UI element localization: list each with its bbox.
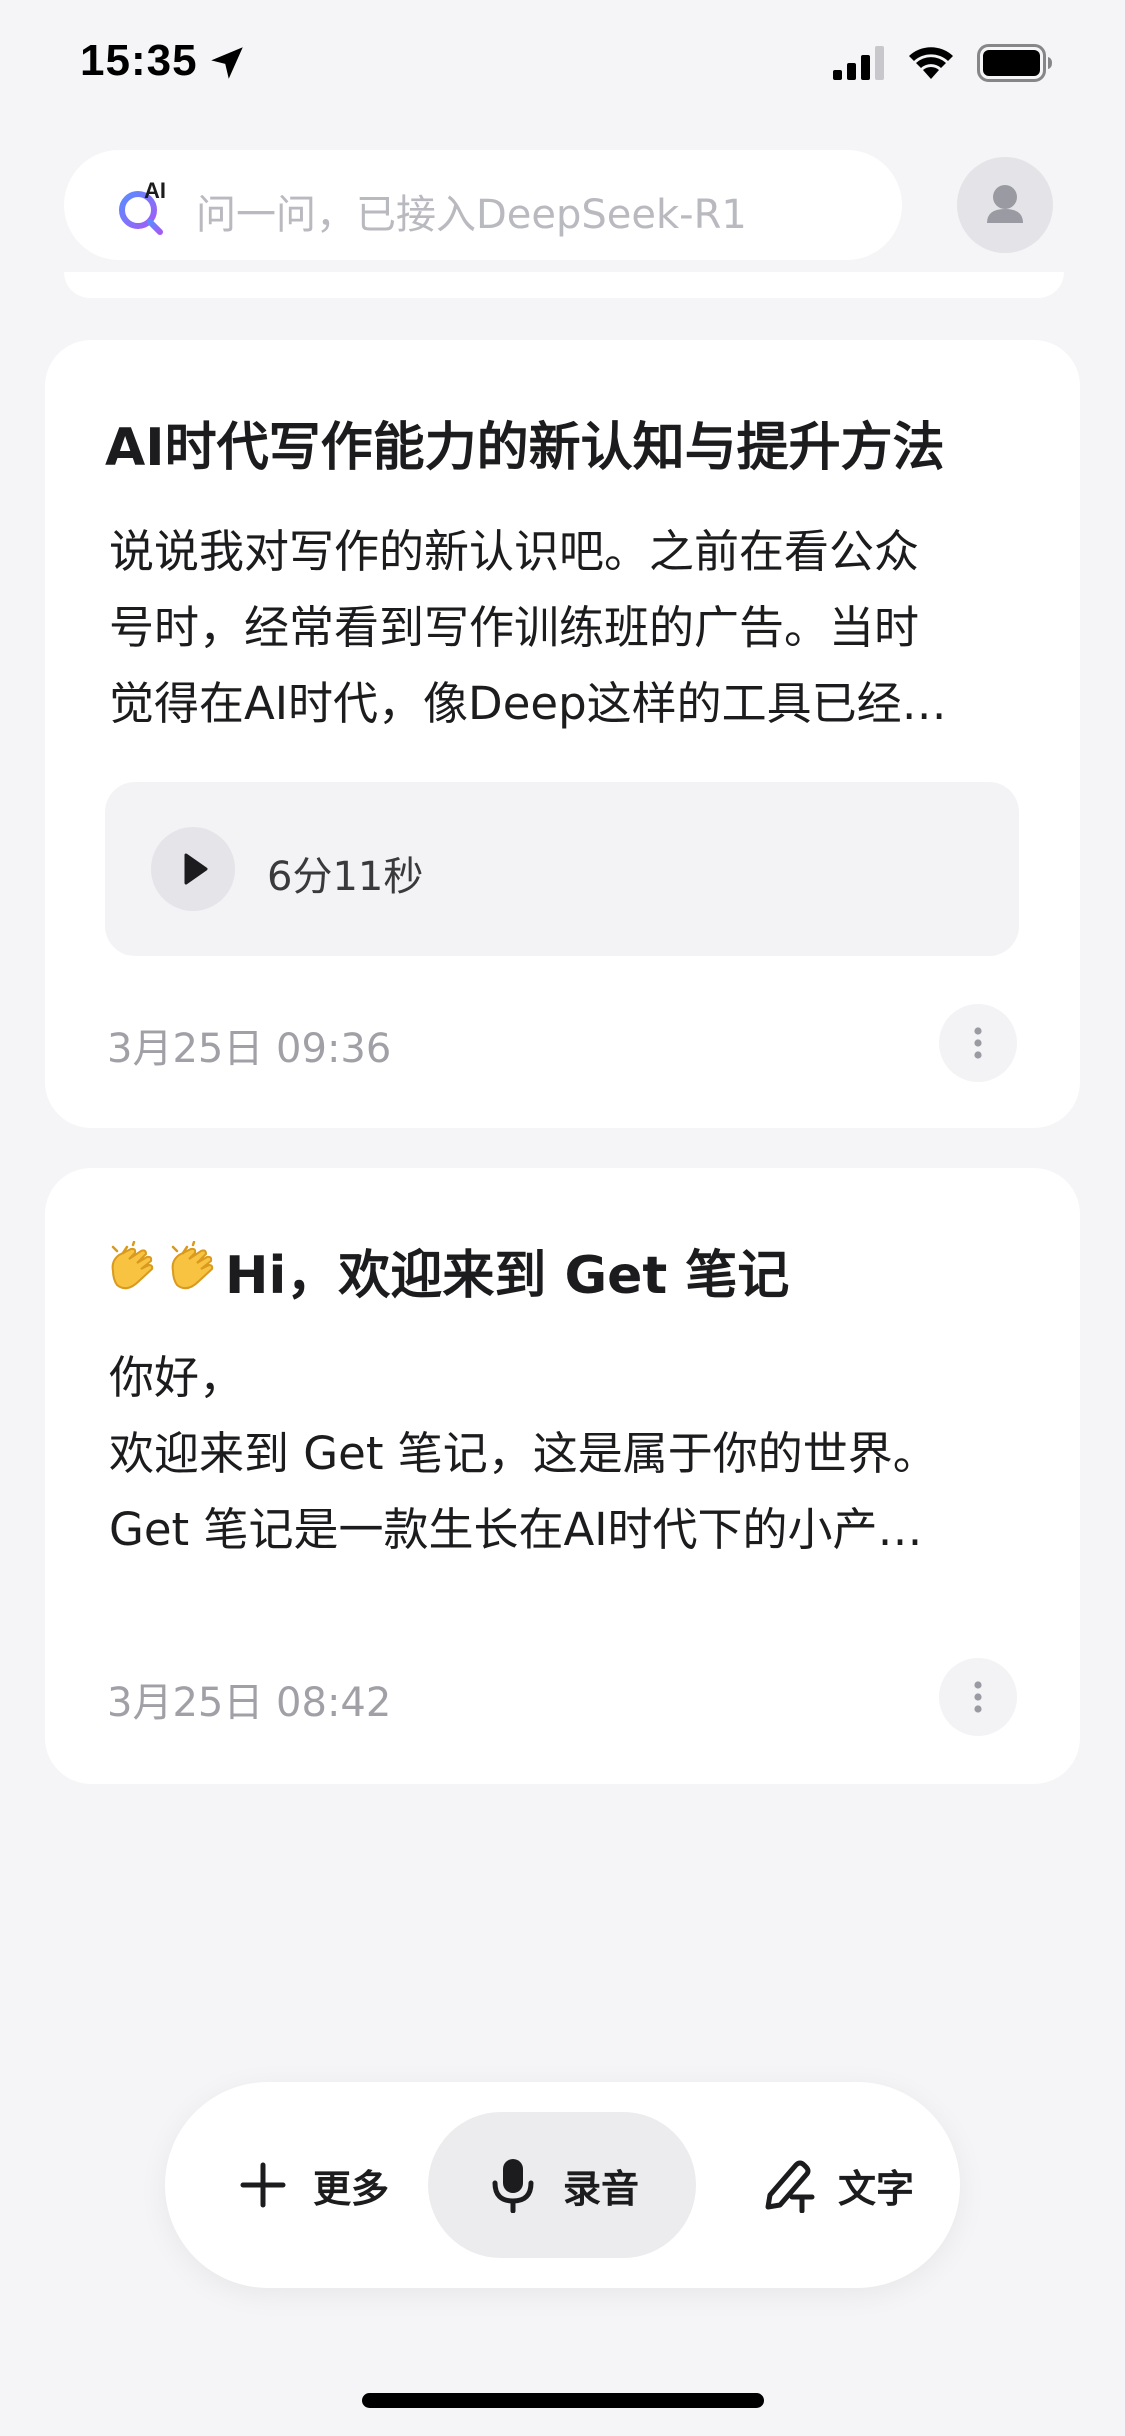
more-button[interactable]: 更多 <box>235 2112 389 2258</box>
vertical-ellipsis-icon <box>974 1027 982 1059</box>
note-card[interactable]: Hi，欢迎来到 Get 笔记 你好， 欢迎来到 Get 笔记，这是属于你的世界。… <box>45 1168 1080 1784</box>
audio-player[interactable]: 6分11秒 <box>105 782 1019 956</box>
audio-duration: 6分11秒 <box>267 854 424 900</box>
user-avatar-icon <box>987 185 1023 223</box>
battery-icon <box>977 44 1052 82</box>
note-title-text: Hi，欢迎来到 Get 笔记 <box>225 1246 790 1306</box>
note-excerpt-line: 欢迎来到 Get 笔记，这是属于你的世界。 <box>109 1427 938 1480</box>
note-more-options-button[interactable] <box>939 1004 1017 1082</box>
note-excerpt-line: 你好， <box>109 1351 245 1404</box>
note-date: 3月25日 09:36 <box>107 1026 392 1072</box>
previous-note-card-edge <box>64 272 1064 298</box>
bottom-action-bar: 更多 录音 文字 <box>165 2082 960 2288</box>
status-time: 15:35 <box>80 36 198 85</box>
microphone-icon <box>492 2159 534 2213</box>
home-indicator <box>362 2393 764 2408</box>
note-title: Hi，欢迎来到 Get 笔记 <box>105 1233 789 1308</box>
search-placeholder: 问一问，已接入DeepSeek-R1 <box>196 192 747 238</box>
record-label: 录音 <box>562 2166 639 2211</box>
note-excerpt-line: Get 笔记是一款生长在AI时代下的小产… <box>109 1503 923 1556</box>
plus-icon <box>240 2162 286 2208</box>
note-more-options-button[interactable] <box>939 1658 1017 1736</box>
location-arrow-icon <box>211 47 243 79</box>
note-excerpt: 你好， 欢迎来到 Get 笔记，这是属于你的世界。 Get 笔记是一款生长在AI… <box>109 1340 1039 1568</box>
record-button[interactable]: 录音 <box>428 2112 696 2258</box>
note-excerpt-line: 号时，经常看到写作训练班的广告。当时 <box>109 601 920 654</box>
status-bar: 15:35 <box>0 0 1125 130</box>
wifi-icon <box>909 47 953 79</box>
note-excerpt-line: 觉得在AI时代，像Deep这样的工具已经… <box>109 677 947 730</box>
play-button[interactable] <box>151 827 235 911</box>
text-label: 文字 <box>838 2166 915 2211</box>
more-label: 更多 <box>313 2166 390 2211</box>
vertical-ellipsis-icon <box>974 1681 982 1713</box>
clapping-hands-emoji <box>111 1241 154 1290</box>
play-icon <box>184 853 208 885</box>
note-card[interactable]: AI时代写作能力的新认知与提升方法 说说我对写作的新认识吧。之前在看公众 号时，… <box>45 340 1080 1128</box>
note-date: 3月25日 08:42 <box>107 1680 392 1726</box>
avatar[interactable] <box>957 157 1053 253</box>
ai-search-icon: AI <box>119 178 166 235</box>
text-note-button[interactable]: 文字 <box>760 2112 914 2258</box>
ai-search-bar[interactable]: AI 问一问，已接入DeepSeek-R1 <box>64 150 902 260</box>
status-indicators <box>833 44 1053 82</box>
note-excerpt: 说说我对写作的新认识吧。之前在看公众 号时，经常看到写作训练班的广告。当时 觉得… <box>109 514 1039 742</box>
note-title: AI时代写作能力的新认知与提升方法 <box>105 418 945 478</box>
cellular-signal-icon <box>833 46 884 80</box>
svg-text:AI: AI <box>144 178 166 203</box>
note-excerpt-line: 说说我对写作的新认识吧。之前在看公众 <box>109 525 920 578</box>
pen-text-icon <box>765 2160 815 2213</box>
clapping-hands-emoji <box>171 1241 214 1290</box>
